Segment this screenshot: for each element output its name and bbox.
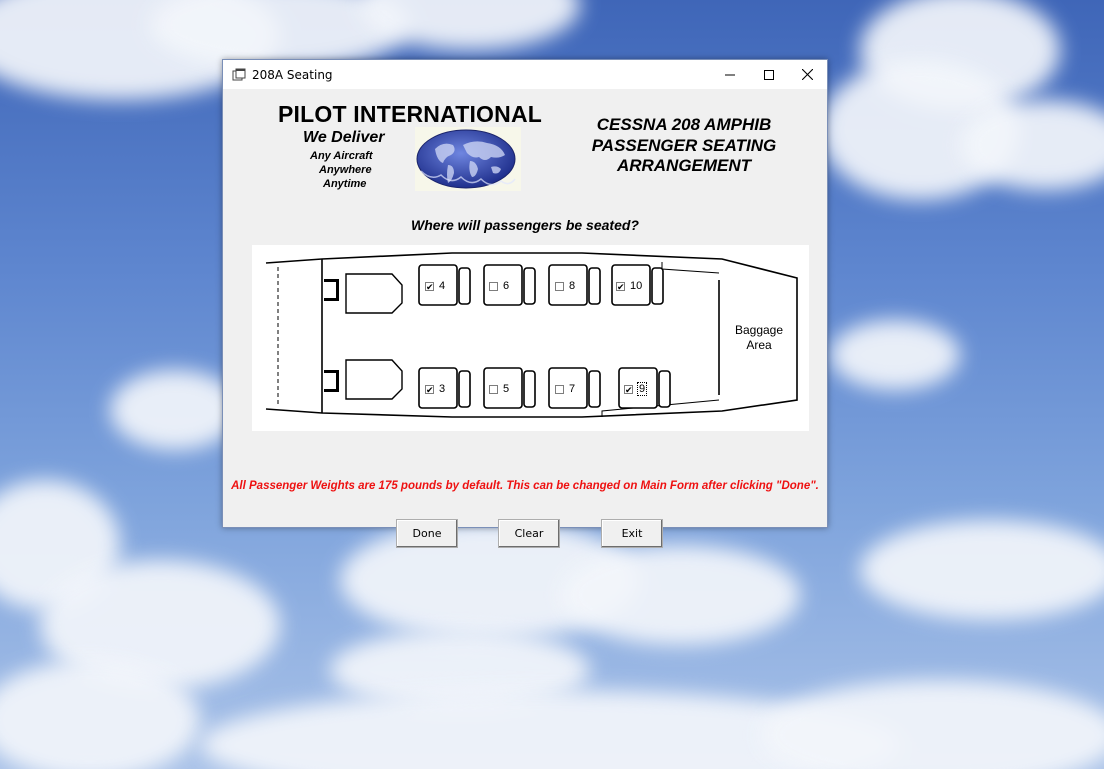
slogan-line-3: Anytime (323, 178, 367, 190)
seat-8-checkbox[interactable]: 8 (555, 280, 575, 292)
aircraft-title-line-2: PASSENGER SEATING (591, 135, 777, 155)
seat-3-label: 3 (439, 383, 446, 395)
title-bar[interactable]: 208A Seating (223, 60, 827, 89)
seat-4-checkbox[interactable]: ✔ 4 (425, 280, 445, 292)
seat-6-checkbox[interactable]: 6 (489, 280, 509, 292)
clear-button[interactable]: Clear (498, 519, 560, 548)
seat-10-checkbox[interactable]: ✔ 10 (616, 280, 642, 292)
aircraft-title-line-1: CESSNA 208 AMPHIB (596, 115, 772, 134)
minimize-icon (724, 74, 735, 75)
seat-7-label: 7 (569, 383, 576, 395)
seat-9-label: 9 (636, 382, 648, 396)
done-button-label: Done (412, 527, 442, 540)
seating-question: Where will passengers be seated? (411, 217, 639, 233)
seat-6-label: 6 (503, 280, 510, 292)
globe-logo-icon (415, 127, 521, 191)
close-button[interactable] (788, 60, 827, 89)
seat-10-label: 10 (630, 280, 643, 292)
company-name: PILOT INTERNATIONAL (278, 101, 543, 127)
aircraft-title-line-3: ARRANGEMENT (616, 156, 752, 175)
minimize-button[interactable] (710, 60, 749, 89)
seat-6-box[interactable] (489, 281, 498, 291)
app-window-icon (232, 68, 246, 80)
seat-5-label: 5 (503, 383, 510, 395)
weight-notice: All Passenger Weights are 175 pounds by … (231, 480, 819, 492)
exit-button-label: Exit (621, 527, 643, 540)
slogan-line-1: Any Aircraft (310, 150, 373, 162)
seat-8-label: 8 (569, 280, 576, 292)
maximize-icon (763, 69, 774, 80)
aircraft-title: CESSNA 208 AMPHIB PASSENGER SEATING ARRA… (569, 115, 799, 177)
seating-window: 208A Seating PILOT INTERNATIONAL We Deli… (222, 59, 828, 548)
close-icon (802, 69, 813, 80)
seat-5-checkbox[interactable]: 5 (489, 383, 509, 395)
seat-10-box[interactable]: ✔ (616, 281, 625, 291)
seat-5-box[interactable] (489, 384, 498, 394)
seat-9-box[interactable]: ✔ (624, 384, 633, 394)
seat-9-checkbox[interactable]: ✔ 9 (624, 382, 648, 396)
clear-button-label: Clear (514, 527, 544, 540)
company-slogan: We Deliver (303, 129, 385, 146)
seat-7-checkbox[interactable]: 7 (555, 383, 575, 395)
baggage-area-label: Baggage Area (734, 323, 784, 352)
window-title: 208A Seating (252, 67, 333, 82)
exit-button[interactable]: Exit (601, 519, 663, 548)
seat-7-box[interactable] (555, 384, 564, 394)
done-button[interactable]: Done (396, 519, 458, 548)
form-content: PILOT INTERNATIONAL We Deliver Any Aircr… (223, 89, 827, 548)
seat-3-box[interactable]: ✔ (425, 384, 434, 394)
seat-4-box[interactable]: ✔ (425, 281, 434, 291)
seat-8-box[interactable] (555, 281, 564, 291)
seat-3-checkbox[interactable]: ✔ 3 (425, 383, 445, 395)
seat-4-label: 4 (439, 280, 446, 292)
maximize-button[interactable] (749, 60, 788, 89)
cabin-diagram: ✔ 4 6 8 ✔ 10 ✔ 3 5 7 ✔ 9 Baggage Area (252, 245, 809, 431)
slogan-line-2: Anywhere (319, 164, 372, 176)
